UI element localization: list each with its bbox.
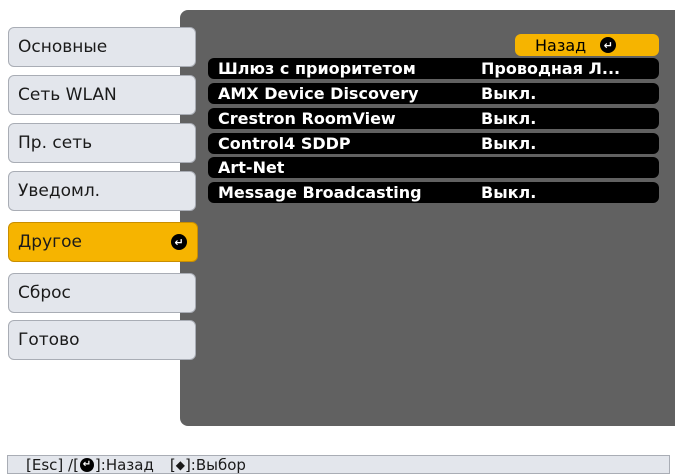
tab-label: Другое (18, 232, 82, 252)
setting-row-art-net[interactable]: Art-Net (208, 157, 659, 178)
tab-reset[interactable]: Сброс (8, 273, 196, 313)
tab-wlan[interactable]: Сеть WLAN (8, 75, 196, 115)
back-hint: ]:Назад (94, 455, 154, 474)
setting-label: Control4 SDDP (218, 134, 351, 153)
enter-icon: ↵ (600, 37, 617, 53)
select-hint: ]:Выбор (184, 455, 246, 474)
setting-row-priority-gateway[interactable]: Шлюз с приоритетом Проводная Л... (208, 58, 659, 79)
tab-label: Уведомл. (18, 181, 101, 201)
tab-label: Сброс (18, 283, 71, 303)
setting-label: AMX Device Discovery (218, 84, 419, 103)
back-button[interactable]: Назад ↵ (515, 34, 659, 56)
tab-label: Сеть WLAN (18, 85, 117, 105)
tab-label: Основные (18, 37, 108, 57)
setting-label: Шлюз с приоритетом (218, 59, 416, 78)
tab-other[interactable]: Другое ↵ (8, 222, 198, 262)
setting-row-crestron[interactable]: Crestron RoomView Выкл. (208, 108, 659, 129)
tab-label: Готово (18, 330, 80, 350)
tab-basic[interactable]: Основные (8, 27, 196, 67)
enter-icon: ↵ (171, 234, 187, 250)
setting-label: Message Broadcasting (218, 183, 422, 202)
esc-hint: [Esc] /[ (26, 455, 79, 474)
setting-value: Выкл. (481, 109, 537, 128)
setting-value: Проводная Л... (481, 59, 621, 78)
tab-notifications[interactable]: Уведомл. (8, 171, 196, 211)
tab-done[interactable]: Готово (8, 320, 196, 360)
tab-wired-network[interactable]: Пр. сеть (8, 123, 196, 163)
setting-label: Art-Net (218, 158, 285, 177)
setting-row-control4[interactable]: Control4 SDDP Выкл. (208, 133, 659, 154)
tab-label: Пр. сеть (18, 133, 93, 153)
up-down-icon: ◆ (175, 457, 185, 472)
setting-label: Crestron RoomView (218, 109, 396, 128)
setting-value: Выкл. (481, 183, 537, 202)
enter-icon: ↵ (79, 457, 94, 472)
back-button-label: Назад (535, 35, 587, 55)
help-bar: [Esc] /[ ↵ ]:Назад [ ◆ ]:Выбор (7, 455, 670, 474)
setting-value: Выкл. (481, 84, 537, 103)
setting-row-message-broadcasting[interactable]: Message Broadcasting Выкл. (208, 182, 659, 203)
setting-value: Выкл. (481, 134, 537, 153)
setting-row-amx[interactable]: AMX Device Discovery Выкл. (208, 83, 659, 104)
